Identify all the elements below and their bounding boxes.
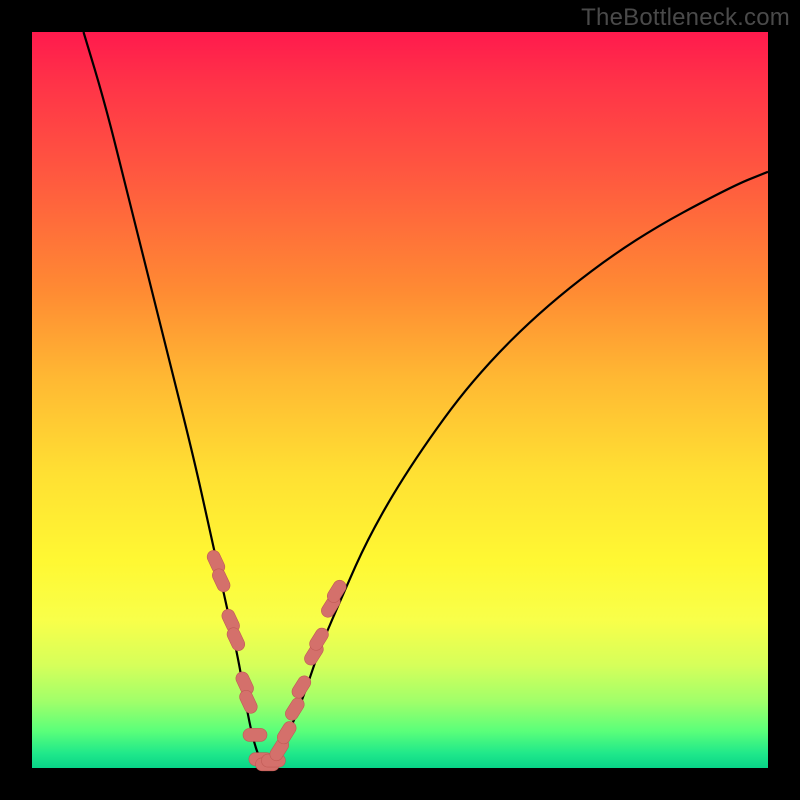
- data-marker: [237, 688, 259, 715]
- watermark-text: TheBottleneck.com: [581, 4, 790, 32]
- chart-frame: TheBottleneck.com: [0, 0, 800, 800]
- data-marker: [243, 728, 267, 741]
- curve-layer: [32, 32, 768, 768]
- marker-group: [205, 548, 349, 771]
- bottleneck-curve: [84, 32, 769, 761]
- plot-area: [32, 32, 768, 768]
